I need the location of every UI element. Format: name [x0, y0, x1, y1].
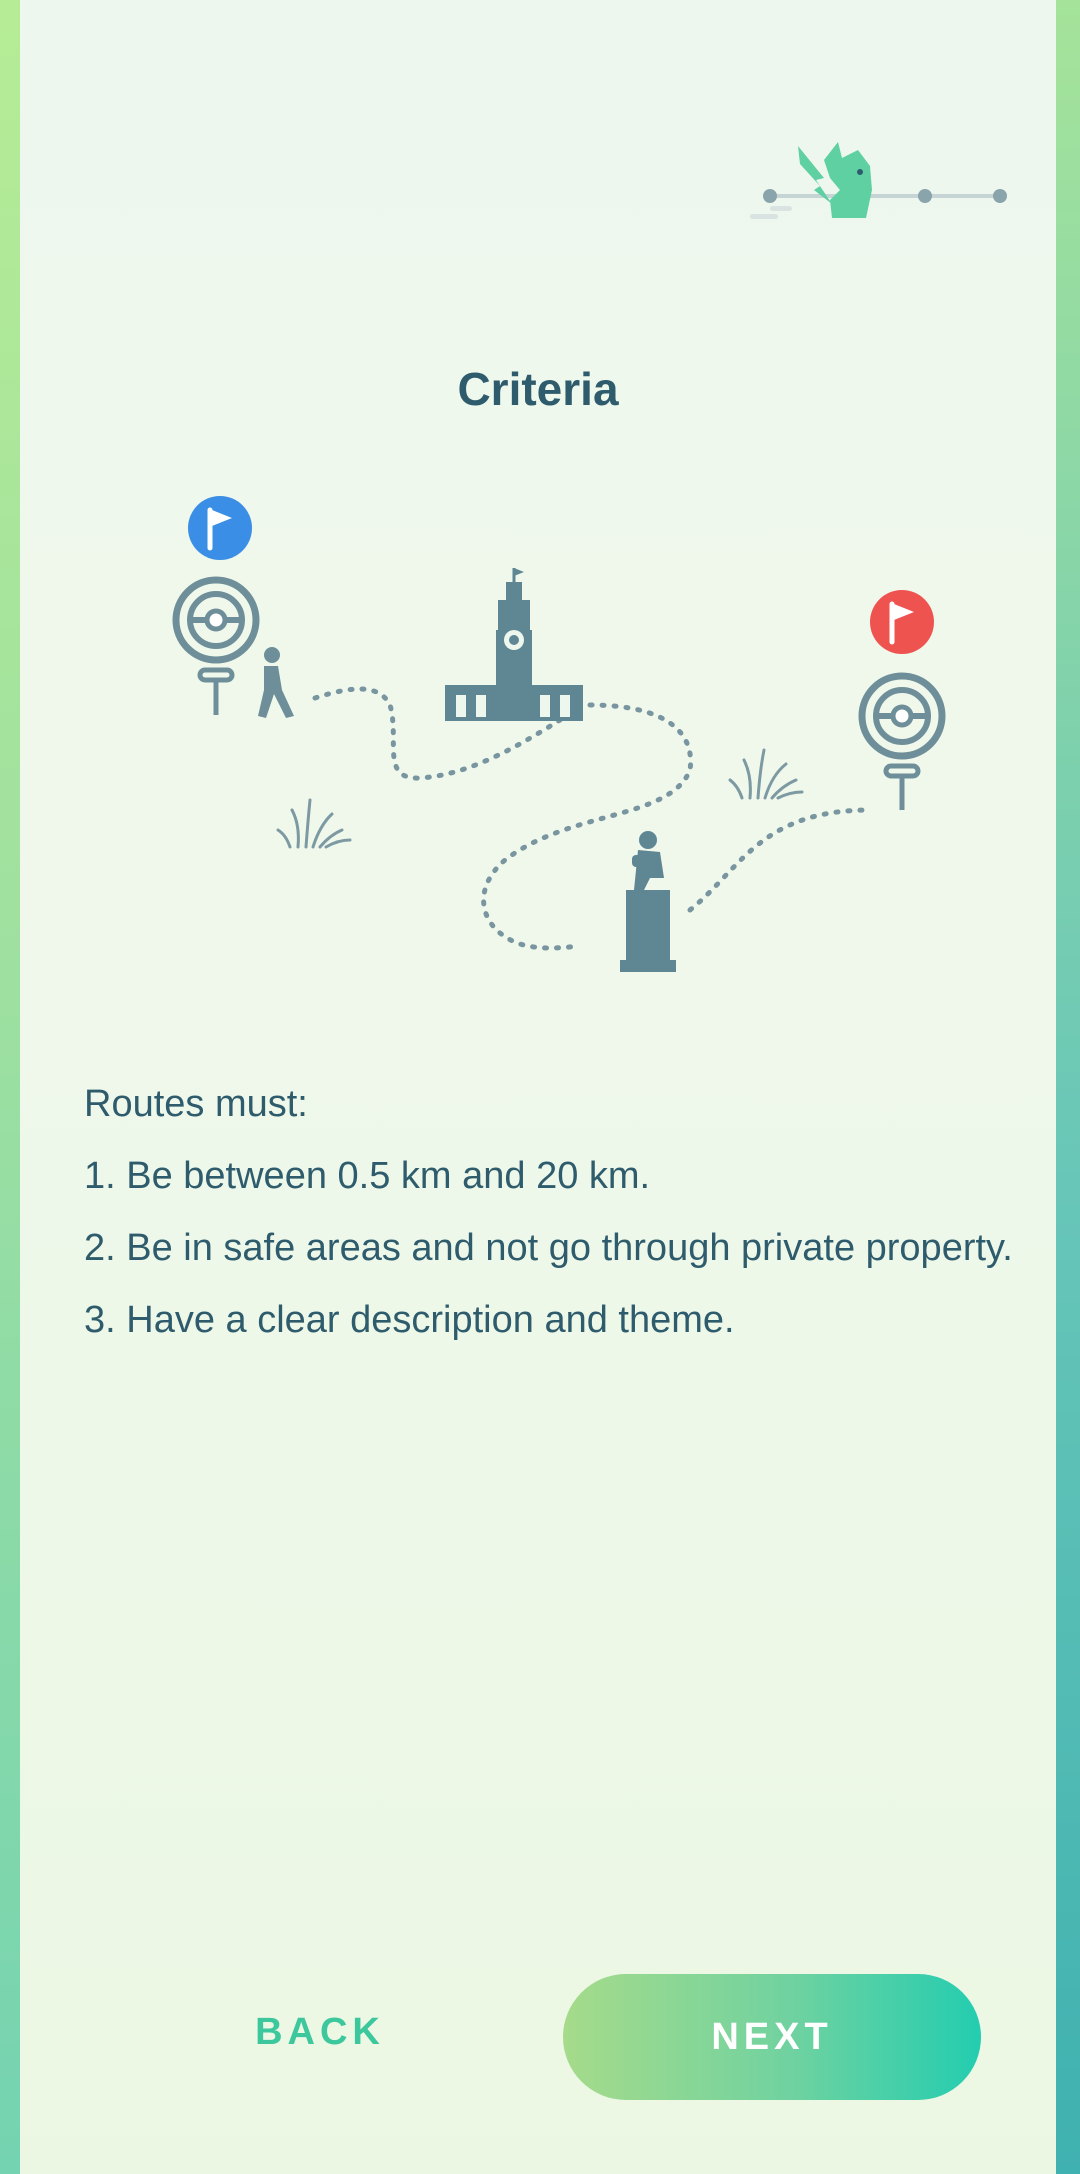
end-flag-icon [870, 590, 934, 654]
onboarding-panel: Criteria Routes must: 1. Be between 0.5 … [20, 0, 1056, 2174]
progress-dot-1 [763, 189, 777, 203]
grass-icon [728, 748, 804, 800]
statue-icon [620, 831, 676, 972]
rules-intro: Routes must: [84, 1083, 308, 1125]
page-title: Criteria [457, 363, 619, 415]
pokestop-icon [172, 576, 260, 715]
route-criteria-list: Routes must: 1. Be between 0.5 km and 20… [84, 1068, 1024, 1356]
back-button[interactable]: BACK [220, 1992, 420, 2072]
pikachu-progress-icon [750, 142, 872, 219]
clock-tower-icon [445, 568, 583, 721]
progress-dot-3 [918, 189, 932, 203]
pokestop-icon [858, 672, 946, 810]
next-button[interactable]: NEXT [563, 1974, 981, 2100]
rule-item: 1. Be between 0.5 km and 20 km. [84, 1155, 651, 1197]
progress-dot-4 [993, 189, 1007, 203]
step-progress-indicator [750, 142, 1007, 219]
rule-item: 3. Have a clear description and theme. [84, 1299, 735, 1341]
route-illustration [172, 496, 946, 972]
right-edge-strip [1056, 0, 1080, 2174]
start-flag-icon [188, 496, 252, 560]
walker-icon [258, 647, 294, 718]
rule-item: 2. Be in safe areas and not go through p… [84, 1227, 1013, 1269]
grass-icon [276, 798, 352, 849]
